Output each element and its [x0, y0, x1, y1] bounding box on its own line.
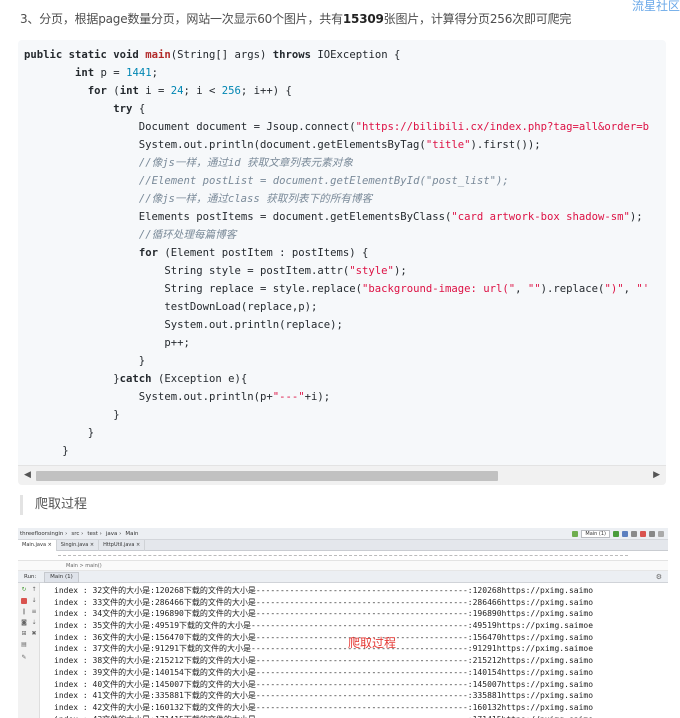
code-line: p++; — [24, 337, 190, 349]
scroll-end-icon[interactable]: ⇣ — [31, 620, 37, 626]
code-line: Document document = Jsoup.connect("https… — [24, 121, 650, 133]
editor-tab[interactable]: HttpUtil.java × — [99, 540, 146, 551]
console-line: index : 40文件的大小是:145007下载的文件的大小是--------… — [54, 679, 594, 689]
ide-toolbar: Main (1) — [572, 530, 664, 538]
pause-icon[interactable]: ∥ — [21, 609, 27, 615]
code-horizontal-scrollbar[interactable]: ◀ ▶ — [18, 465, 666, 485]
console-line: index : 42文件的大小是:160132下载的文件的大小是--------… — [54, 702, 594, 712]
code-line: } — [24, 355, 146, 367]
intro-count: 15309 — [342, 12, 384, 26]
console-line: index : 39文件的大小是:140154下载的文件的大小是--------… — [54, 667, 594, 677]
section-heading: 爬取过程 — [20, 495, 87, 515]
code-line: public static void main(String[] args) t… — [24, 49, 401, 61]
code-line: for (int i = 24; i < 256; i++) { — [87, 85, 292, 97]
breadcrumb-item[interactable]: src › — [71, 531, 83, 537]
intro-prefix: 3、分页，根据page数量分页，网站一次显示60个图片，共有 — [20, 12, 343, 26]
code-line: }catch (Exception e){ — [24, 373, 248, 385]
run-config-select[interactable]: Main (1) — [581, 530, 610, 538]
pin-icon[interactable]: ✎ — [21, 655, 27, 661]
debug-icon[interactable] — [622, 531, 628, 537]
stop-icon[interactable] — [640, 531, 646, 537]
ide-navigation-bar: threefloorsingin › src › test › java › Main … — [18, 528, 668, 540]
console-line: index : 32文件的大小是:120268下载的文件的大小是--------… — [54, 586, 594, 595]
code-line: System.out.println(replace); — [24, 319, 343, 331]
watermark-text: 流星社区 — [631, 0, 680, 13]
console-line: index : 38文件的大小是:215212下载的文件的大小是--------… — [54, 656, 594, 666]
code-line: Elements postItems = document.getElement… — [24, 211, 643, 223]
code-line: testDownLoad(replace,p); — [24, 301, 318, 313]
print-icon[interactable]: ▤ — [21, 642, 27, 648]
ide-breadcrumb: threefloorsingin › src › test › java › Main — [20, 531, 142, 537]
code-line: } — [24, 427, 95, 439]
code-line: } — [24, 445, 69, 457]
console-line: index : 33文件的大小是:286466下载的文件的大小是--------… — [54, 597, 594, 607]
scroll-down-icon[interactable]: ↓ — [31, 598, 37, 604]
scroll-left-arrow-icon[interactable]: ◀ — [24, 470, 31, 480]
ide-editor-area — [18, 551, 668, 561]
intro-suffix: 张图片，计算得分页256次即可爬完 — [383, 12, 572, 26]
stop-run-icon[interactable] — [21, 598, 27, 604]
overlay-caption: 爬取过程 — [348, 636, 397, 650]
code-content: public static void main(String[] args) t… — [18, 40, 666, 460]
ide-screenshot: threefloorsingin › src › test › java › Main … — [18, 528, 668, 718]
run-tool-gutter: ↻ ∥ ◙ ⊞ ▤ ✎ ↑ ↓ ≡ ⇣ ✖ — [18, 583, 40, 718]
camera-icon[interactable]: ◙ — [21, 620, 27, 626]
editor-tab[interactable]: Singin.java × — [57, 540, 100, 551]
code-line: int p = 1441; — [75, 67, 158, 79]
scrollbar-thumb[interactable] — [36, 471, 498, 481]
code-block: public static void main(String[] args) t… — [18, 40, 666, 485]
intro-paragraph: 3、分页，根据page数量分页，网站一次显示60个图片，共有15309张图片，计… — [20, 10, 571, 27]
run-tab[interactable]: Main (1) — [44, 572, 79, 583]
build-icon[interactable] — [572, 531, 579, 537]
run-console-output[interactable]: index : 32文件的大小是:120268下载的文件的大小是--------… — [54, 585, 668, 718]
soft-wrap-icon[interactable]: ≡ — [31, 609, 37, 615]
editor-tab[interactable]: Main.java × — [18, 540, 57, 551]
code-viewport[interactable]: public static void main(String[] args) t… — [18, 40, 666, 465]
delete-icon[interactable]: ✖ — [31, 631, 37, 637]
code-line: System.out.println(document.getElementsB… — [24, 139, 541, 151]
ide-structure-path: Main > main() — [18, 561, 668, 571]
code-line: try { — [113, 103, 146, 115]
console-line: index : 41文件的大小是:335881下载的文件的大小是--------… — [54, 691, 594, 701]
code-line: String style = postItem.attr("style"); — [24, 265, 407, 277]
code-line: //像js一样，通过id 获取文章列表元素对象 — [138, 157, 353, 169]
coverage-icon[interactable] — [631, 531, 637, 537]
scroll-up-icon[interactable]: ↑ — [31, 587, 37, 593]
ide-editor-tabs: Main.java × Singin.java × HttpUtil.java × — [18, 540, 668, 551]
code-line: } — [24, 409, 120, 421]
run-icon[interactable] — [613, 531, 619, 537]
breadcrumb-item[interactable]: java › — [106, 531, 121, 537]
search-icon[interactable] — [658, 531, 664, 537]
breadcrumb-item[interactable]: threefloorsingin › — [20, 531, 67, 537]
code-line: //循环处理每篇博客 — [138, 229, 237, 241]
rerun-icon[interactable]: ↻ — [21, 587, 27, 593]
console-line: index : 34文件的大小是:196890下载的文件的大小是--------… — [54, 609, 594, 619]
scroll-right-arrow-icon[interactable]: ▶ — [653, 470, 660, 480]
console-line: index : 35文件的大小是:49519下载的文件的大小是---------… — [54, 621, 594, 631]
restore-layout-icon[interactable]: ⊞ — [21, 631, 27, 637]
ide-run-toolbar: Run: Main (1) ⚙ — [18, 571, 668, 583]
breadcrumb-item[interactable]: Main — [125, 531, 138, 537]
code-line: //像js一样，通过class 获取列表下的所有博客 — [138, 193, 373, 205]
code-line: String replace = style.replace("backgrou… — [24, 283, 650, 295]
code-line: for (Element postItem : postItems) { — [138, 247, 369, 259]
code-line: System.out.println(p+"---"+i); — [24, 391, 331, 403]
code-line: //Element postList = document.getElement… — [138, 175, 509, 187]
structure-icon[interactable] — [649, 531, 655, 537]
gear-icon[interactable]: ⚙ — [656, 571, 662, 583]
run-label: Run: — [24, 574, 37, 580]
breadcrumb-item[interactable]: test › — [87, 531, 102, 537]
console-line: index : 43文件的大小是:171415下载的文件的大小是--------… — [54, 714, 668, 718]
